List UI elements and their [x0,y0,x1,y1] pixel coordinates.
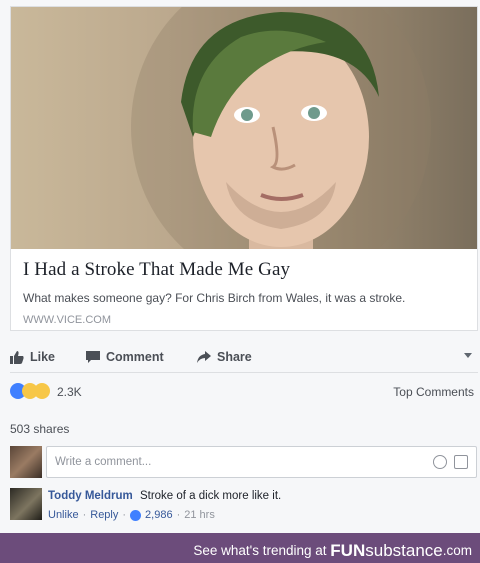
footer-text: See what's trending at FUNsubstance.com [193,540,472,560]
article-headline[interactable]: I Had a Stroke That Made Me Gay [23,259,467,281]
comment-body: Toddy Meldrum Stroke of a dick more like… [48,490,281,502]
emoji-smile-icon[interactable] [433,455,447,469]
share-button[interactable]: Share [197,350,252,364]
unlike-link[interactable]: Unlike [48,509,79,521]
wow-reaction-icon [34,383,50,399]
avatar[interactable] [10,446,42,478]
comment-text: Stroke of a dick more like it. [139,490,282,502]
meta-separator: · [122,509,127,521]
card-text: I Had a Stroke That Made Me Gay What mak… [23,259,467,326]
reactions-summary[interactable]: 2.3K Top Comments [10,383,478,403]
share-arrow-icon [197,351,211,363]
comment-input[interactable]: Write a comment... [46,446,477,478]
comment-like-count[interactable]: 2,986 [145,509,173,521]
reply-link[interactable]: Reply [90,509,118,521]
watermark-banner: See what's trending at FUNsubstance.com [0,533,480,563]
share-label: Share [217,350,252,364]
comment-author[interactable]: Toddy Meldrum [48,490,133,502]
brand-tld: .com [442,543,472,558]
footer-lead: See what's trending at [193,543,327,558]
article-domain: WWW.VICE.COM [23,314,111,326]
link-preview-card[interactable]: I Had a Stroke That Made Me Gay What mak… [10,6,478,331]
comment-meta: Unlike · Reply · 2,986 · 21 hrs [48,509,215,521]
article-photo[interactable] [11,7,477,249]
commenter-avatar[interactable] [10,488,42,520]
shares-count[interactable]: 503 shares [10,422,69,436]
like-reaction-icon [130,509,142,521]
article-description: What makes someone gay? For Chris Birch … [23,291,406,305]
facebook-post: I Had a Stroke That Made Me Gay What mak… [0,0,480,533]
thumbs-up-icon [10,350,24,364]
sticker-icon[interactable] [454,455,468,469]
post-action-bar: Like Comment Share [10,344,478,373]
comment-placeholder: Write a comment... [55,456,152,468]
like-button[interactable]: Like [10,350,55,364]
meta-separator: · [176,509,181,521]
comment-button[interactable]: Comment [86,350,164,364]
like-label: Like [30,350,56,364]
portrait-image [131,7,431,249]
brand-logo: FUNsubstance [330,541,443,560]
top-comments-sort[interactable]: Top Comments [393,385,474,399]
comment-label: Comment [106,350,164,364]
comment-timestamp[interactable]: 21 hrs [184,509,215,521]
comment-icon [86,350,100,363]
chevron-down-icon[interactable] [464,353,472,358]
reaction-count[interactable]: 2.3K [57,385,82,399]
meta-separator: · [82,509,87,521]
